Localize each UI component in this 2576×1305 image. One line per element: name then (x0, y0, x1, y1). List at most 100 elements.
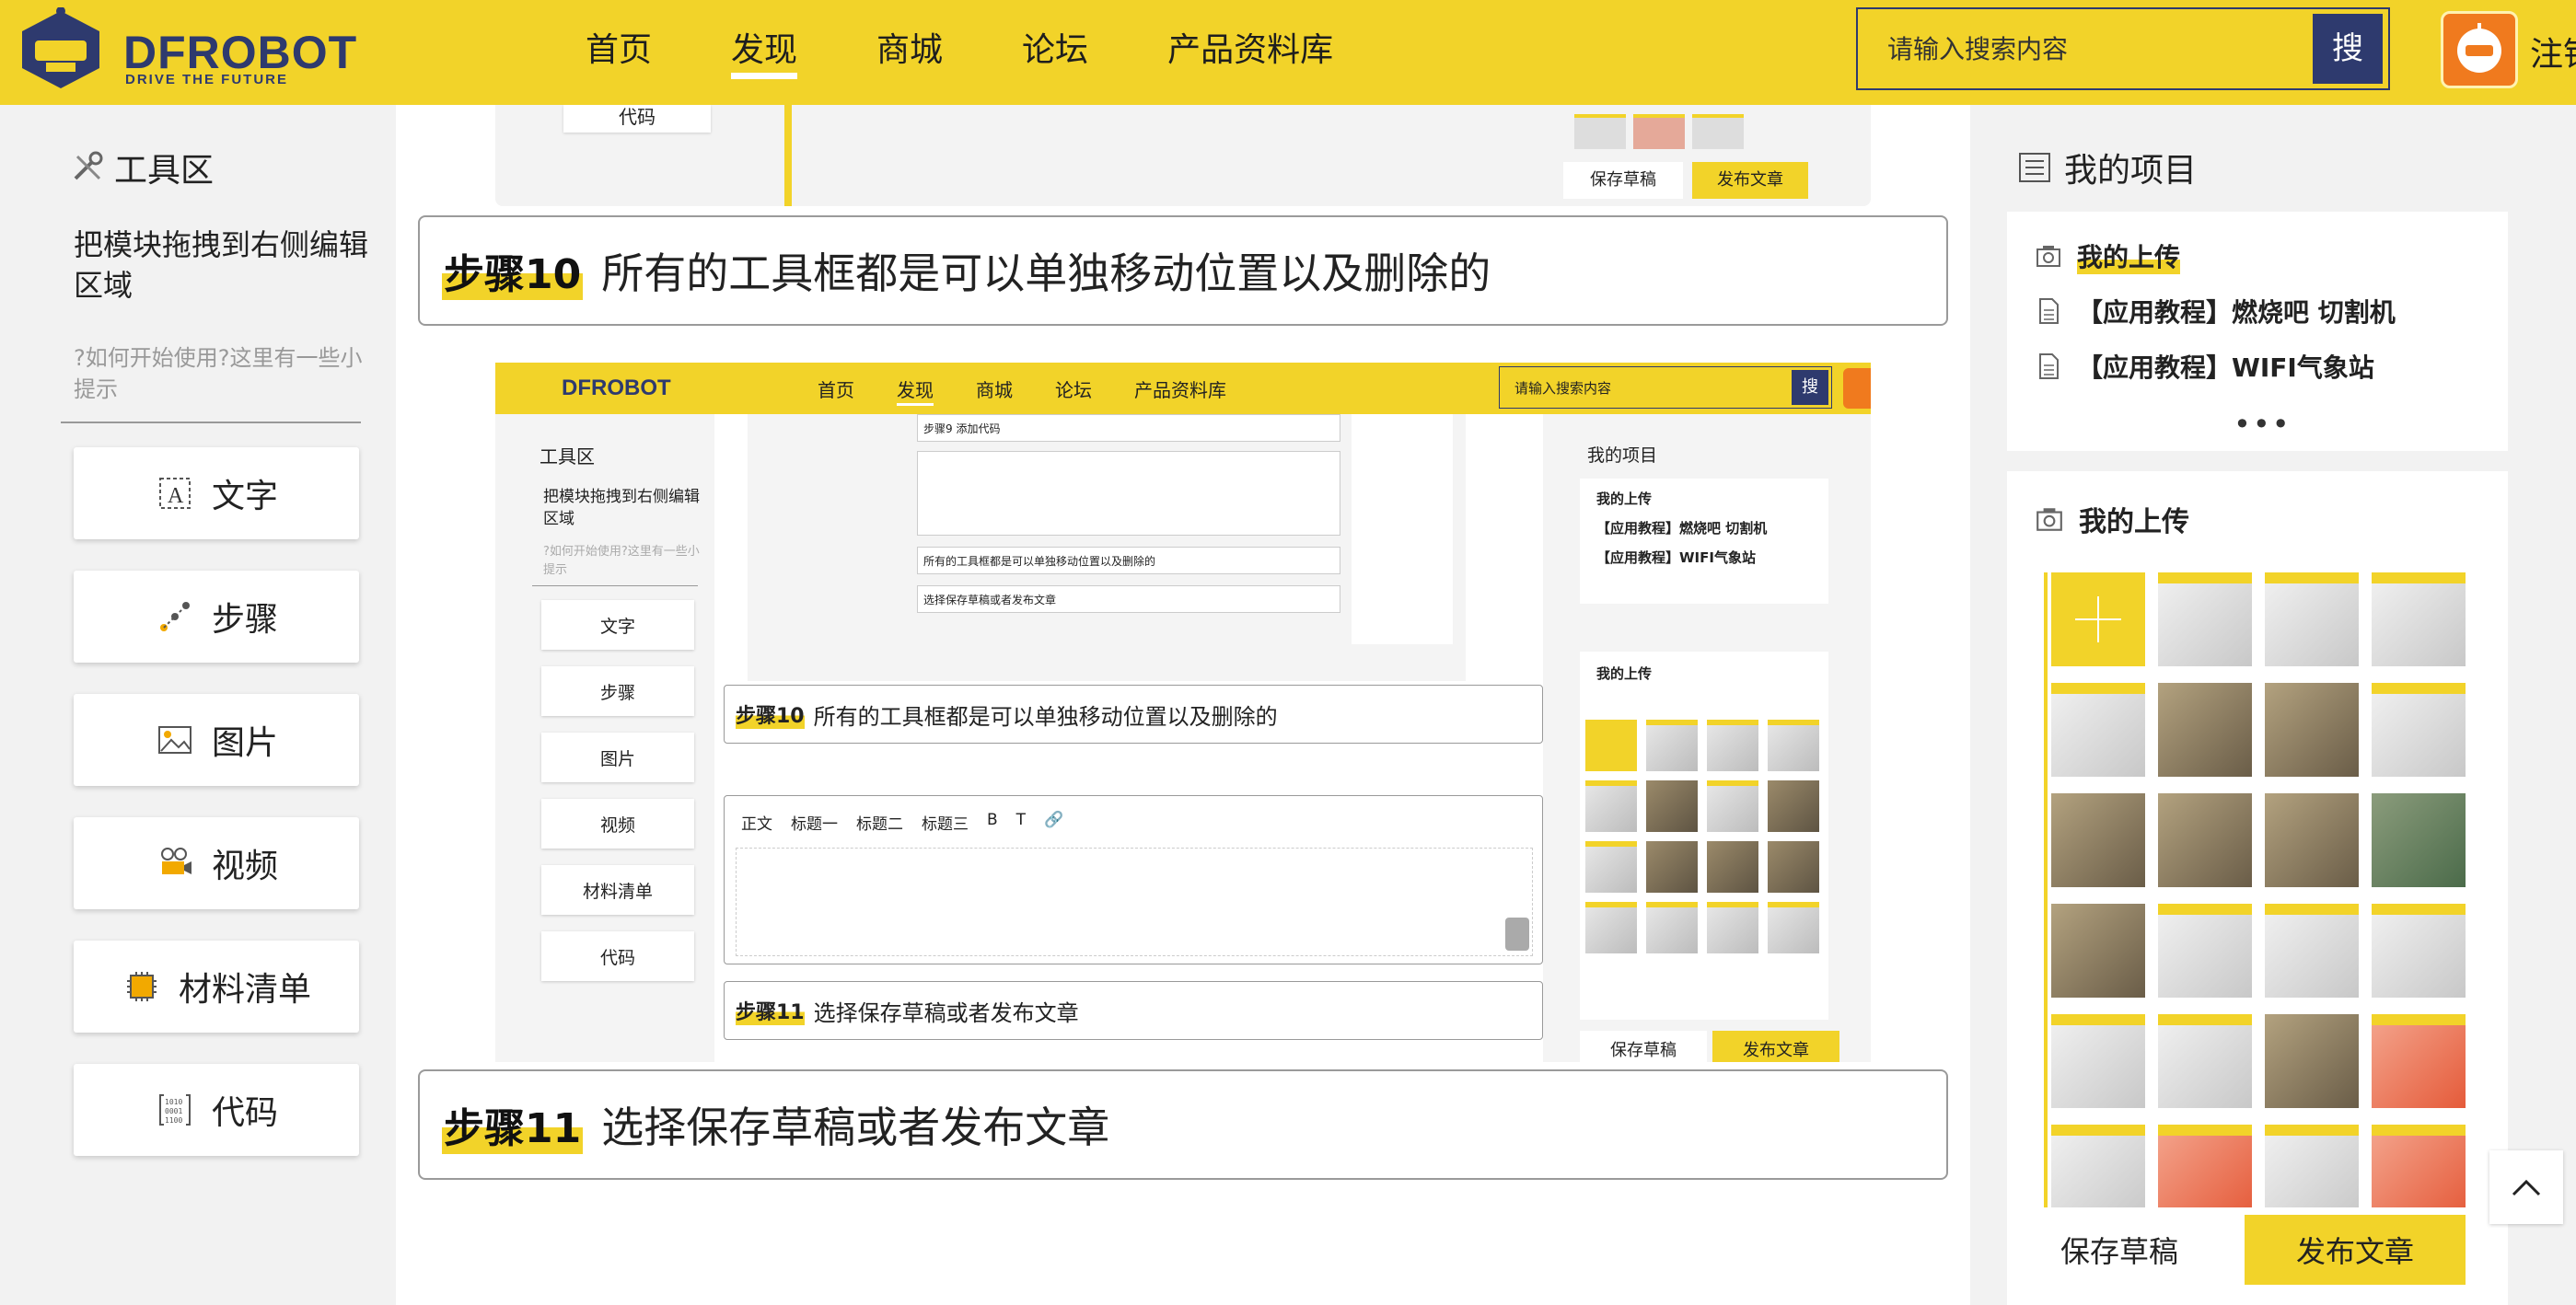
upload-thumbnail[interactable] (2158, 1014, 2252, 1108)
document-icon (2039, 298, 2059, 324)
code-icon: 1010 0001 1100 (155, 1090, 195, 1130)
save-draft-button[interactable]: 保存草稿 (2007, 1215, 2232, 1285)
upload-thumb (1646, 841, 1698, 893)
embedded-step10-label: 步骤10 (736, 699, 805, 729)
step10-box[interactable]: 步骤10 所有的工具框都是可以单独移动位置以及删除的 (418, 215, 1948, 326)
upload-thumb (1707, 902, 1758, 953)
upload-thumbnail[interactable] (2158, 793, 2252, 887)
upload-thumbnail[interactable] (2051, 793, 2145, 887)
project-item-label: 我的上传 (2077, 237, 2181, 274)
avatar[interactable] (2441, 11, 2518, 88)
yellow-bar (784, 105, 792, 206)
embedded-nav-item: 商城 (976, 379, 1013, 401)
embedded-mini-step10: 所有的工具框都是可以单独移动位置以及删除的 (917, 547, 1340, 574)
upload-thumbnail[interactable] (2265, 572, 2359, 666)
upload-thumbnail[interactable] (2051, 683, 2145, 777)
embedded-step11-box: 步骤11 选择保存草稿或者发布文章 (724, 981, 1543, 1040)
nav-forum[interactable]: 论坛 (1022, 28, 1088, 74)
upload-thumb (1646, 780, 1698, 832)
video-icon (155, 843, 195, 883)
upload-thumb (1585, 780, 1637, 832)
step11-box[interactable]: 步骤11 选择保存草稿或者发布文章 (418, 1069, 1948, 1180)
embedded-tool-button: 图片 (541, 733, 694, 782)
upload-thumbnail[interactable] (2158, 572, 2252, 666)
document-icon (2039, 353, 2059, 379)
toolbar-item: 标题二 (856, 815, 903, 834)
logout-link[interactable]: 注销 (2530, 28, 2576, 75)
toolbar-item: B (987, 811, 998, 829)
embedded-upload-grid (1585, 720, 1828, 953)
tool-image-button[interactable]: 图片 (74, 694, 359, 786)
upload-thumbnail[interactable] (2265, 1014, 2359, 1108)
tool-code-button[interactable]: 1010 0001 1100 代码 (74, 1064, 359, 1156)
project-item-label: 【应用教程】WIFI气象站 (2077, 352, 2374, 383)
nav-mall[interactable]: 商城 (876, 28, 943, 74)
more-icon[interactable]: ••• (2234, 407, 2292, 442)
embedded-mini-upload (1352, 414, 1453, 644)
svg-text:A: A (168, 484, 184, 508)
search-input[interactable] (1858, 9, 2313, 88)
tool-panel-hint[interactable]: ?如何开始使用?这里有一些小提示 (74, 342, 368, 405)
svg-text:0001: 0001 (165, 1107, 182, 1115)
previous-step-screenshot: 代码 保存草稿 发布文章 (495, 105, 1871, 206)
publish-button[interactable]: 发布文章 (2245, 1215, 2466, 1285)
upload-thumbnail[interactable] (2265, 793, 2359, 887)
project-item-my-uploads[interactable]: 我的上传 (2035, 237, 2181, 274)
nav-discover[interactable]: 发现 (731, 28, 798, 79)
tool-bom-button[interactable]: 材料清单 (74, 941, 359, 1033)
embedded-footer: 保存草稿 发布文章 (1580, 1031, 1845, 1062)
upload-thumb (1585, 841, 1637, 893)
toolbar-item: T (1015, 811, 1027, 829)
upload-thumbnail[interactable] (2158, 1125, 2252, 1207)
dfrobot-logo[interactable]: DFROBOT DRIVE THE FUTURE (15, 7, 383, 98)
project-item-cutter[interactable]: 【应用教程】燃烧吧 切割机 (2035, 293, 2396, 329)
tool-text-button[interactable]: A 文字 (74, 447, 359, 539)
embedded-tool-button: 文字 (541, 600, 694, 650)
embedded-header: DFROBOT 首页 发现 商城 论坛 产品资料库 请输入搜索内容 搜 (495, 363, 1871, 414)
robot-logo-icon (22, 7, 99, 88)
chip-icon (122, 966, 162, 1007)
step10-label: 步骤10 (442, 241, 584, 300)
upload-thumbnail[interactable] (2265, 1125, 2359, 1207)
upload-thumbnail[interactable] (2265, 683, 2359, 777)
prev-thumb (1574, 114, 1626, 149)
upload-thumbnail[interactable] (2158, 904, 2252, 998)
tool-video-button[interactable]: 视频 (74, 817, 359, 909)
upload-thumbnail[interactable] (2372, 572, 2466, 666)
nav-home[interactable]: 首页 (586, 28, 652, 74)
upload-thumbnail[interactable] (2372, 1014, 2466, 1108)
embedded-right-panel: 我的项目 我的上传 【应用教程】燃烧吧 切割机 【应用教程】WIFI气象站 我的… (1563, 414, 1871, 1062)
upload-thumbnail[interactable] (2051, 1125, 2145, 1207)
search-button[interactable]: 搜 (2313, 14, 2383, 84)
project-item-weather[interactable]: 【应用教程】WIFI气象站 (2035, 348, 2374, 385)
upload-thumbnail[interactable] (2265, 904, 2359, 998)
upload-thumbnail[interactable] (2372, 904, 2466, 998)
upload-thumbnail[interactable] (2372, 1125, 2466, 1207)
top-header: DFROBOT DRIVE THE FUTURE 首页 发现 商城 论坛 产品资… (0, 0, 2576, 105)
project-item-label: 【应用教程】燃烧吧 切割机 (2077, 297, 2396, 328)
toolbar-item: 正文 (741, 815, 772, 834)
tool-text-label: 文字 (211, 478, 278, 515)
upload-thumb (1707, 720, 1758, 771)
upload-thumbnail[interactable] (2372, 683, 2466, 777)
upload-thumb (1768, 780, 1819, 832)
upload-thumbnail[interactable] (2051, 1014, 2145, 1108)
upload-thumbnail[interactable] (2051, 904, 2145, 998)
embedded-avatar (1843, 368, 1871, 409)
upload-thumbnail[interactable] (2372, 793, 2466, 887)
embedded-search-button: 搜 (1792, 370, 1828, 405)
scroll-to-top-button[interactable] (2489, 1150, 2563, 1224)
embedded-step10-box: 步骤10 所有的工具框都是可以单独移动位置以及删除的 (724, 685, 1543, 744)
nav-product-library[interactable]: 产品资料库 (1167, 28, 1333, 74)
divider (532, 585, 698, 586)
upload-thumbnail[interactable] (2158, 683, 2252, 777)
embedded-project-item: 【应用教程】燃烧吧 切割机 (1596, 520, 1768, 537)
tool-steps-button[interactable]: 步骤 (74, 571, 359, 663)
embedded-editor-main: 步骤9 添加代码 所有的工具框都是可以单独移动位置以及删除的 选择保存草稿或者发… (714, 414, 1543, 1062)
publish-footer: 保存草稿 发布文章 (2007, 1215, 2466, 1285)
camera-icon (2036, 246, 2060, 267)
embedded-nav: 首页 发现 商城 论坛 产品资料库 (818, 375, 1269, 406)
upload-add-button[interactable] (2051, 572, 2145, 666)
embedded-save-button: 保存草稿 (1580, 1031, 1707, 1062)
upload-thumb (1707, 841, 1758, 893)
